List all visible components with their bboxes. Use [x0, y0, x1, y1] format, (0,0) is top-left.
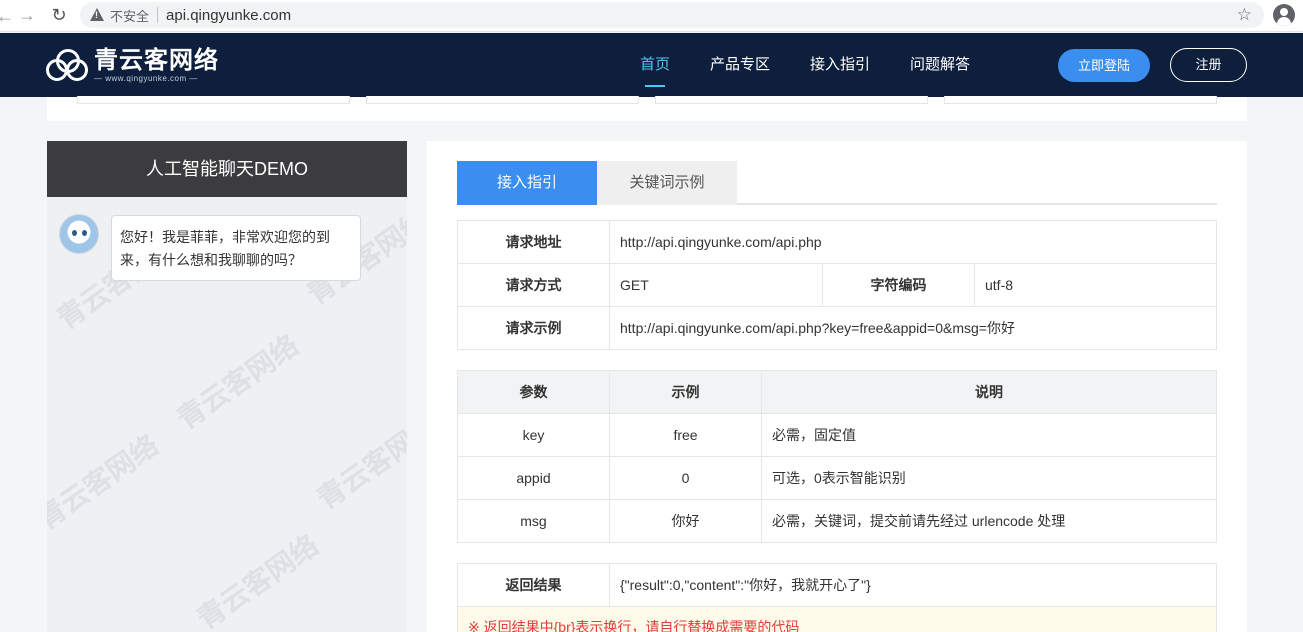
charset-value: utf-8 [974, 263, 1217, 307]
product-card[interactable] [944, 96, 1217, 104]
request-example-value: http://api.qingyunke.com/api.php?key=fre… [609, 306, 1217, 350]
chat-title: 人工智能聊天DEMO [47, 141, 407, 197]
table-row: key free 必需，固定值 [457, 413, 1217, 457]
param-desc: 必需，固定值 [761, 413, 1217, 457]
profile-avatar-icon[interactable] [1273, 4, 1295, 26]
charset-label: 字符编码 [822, 263, 975, 307]
param-name: appid [457, 456, 610, 500]
request-method-value: GET [609, 263, 823, 307]
login-button[interactable]: 立即登陆 [1058, 49, 1150, 82]
chat-panel: 人工智能聊天DEMO 青云客网络 青云客网络 青云客网络 青云客网络 青云客网络… [47, 141, 407, 632]
logo-name: 青云客网络 [94, 46, 219, 74]
param-desc: 可选，0表示智能识别 [761, 456, 1217, 500]
bookmark-star-icon[interactable]: ☆ [1237, 5, 1252, 25]
nav-faq[interactable]: 问题解答 [910, 33, 970, 97]
param-example: 0 [609, 456, 762, 500]
col-header-desc: 说明 [761, 370, 1217, 414]
table-row: 返回结果 {"result":0,"content":"你好，我就开心了"} [457, 563, 1217, 607]
product-card[interactable] [366, 96, 639, 104]
params-table: 参数 示例 说明 key free 必需，固定值 appid 0 可选，0表示智… [457, 370, 1217, 543]
address-url[interactable]: api.qingyunke.com [166, 7, 291, 24]
product-card[interactable] [77, 96, 350, 104]
forward-arrow-icon[interactable]: → [16, 4, 38, 26]
browser-toolbar: ← → ↻ 不安全 api.qingyunke.com ☆ [0, 0, 1303, 32]
table-row: 请求地址 http://api.qingyunke.com/api.php [457, 220, 1217, 264]
main-nav: 首页 产品专区 接入指引 问题解答 [640, 33, 1010, 97]
tab-keyword-examples[interactable]: 关键词示例 [597, 161, 737, 205]
logo-domain: — www.qingyunke.com — [94, 73, 198, 83]
site-logo[interactable]: 青云客网络 — www.qingyunke.com — [46, 45, 219, 85]
param-desc: 必需，关键词，提交前请先经过 urlencode 处理 [761, 499, 1217, 543]
request-url-label: 请求地址 [457, 220, 610, 264]
result-table: 返回结果 {"result":0,"content":"你好，我就开心了"} ※… [457, 563, 1217, 632]
watermark: 青云客网络 [191, 529, 325, 632]
col-header-example: 示例 [609, 370, 762, 414]
address-separator [157, 7, 159, 23]
result-label: 返回结果 [457, 563, 610, 607]
nav-products[interactable]: 产品专区 [710, 33, 770, 97]
product-card[interactable] [655, 96, 928, 104]
tab-guide[interactable]: 接入指引 [457, 161, 597, 205]
result-notice: ※ 返回结果中{br}表示换行，请自行替换成需要的代码 [457, 606, 1217, 632]
param-name: key [457, 413, 610, 457]
warning-icon [90, 8, 104, 22]
request-table: 请求地址 http://api.qingyunke.com/api.php 请求… [457, 220, 1217, 350]
cloud-logo-icon [46, 45, 90, 85]
reload-icon[interactable]: ↻ [48, 4, 70, 26]
request-method-label: 请求方式 [457, 263, 610, 307]
nav-guide[interactable]: 接入指引 [810, 33, 870, 97]
table-row: 请求示例 http://api.qingyunke.com/api.php?ke… [457, 306, 1217, 350]
security-label: 不安全 [110, 8, 150, 24]
param-name: msg [457, 499, 610, 543]
site-header: 青云客网络 — www.qingyunke.com — 首页 产品专区 接入指引… [0, 33, 1303, 97]
product-card-strip [47, 96, 1247, 121]
nav-home[interactable]: 首页 [640, 33, 670, 97]
col-header-param: 参数 [457, 370, 610, 414]
request-url-value: http://api.qingyunke.com/api.php [609, 220, 1217, 264]
tab-bar: 接入指引 关键词示例 [457, 161, 1217, 205]
param-example: free [609, 413, 762, 457]
table-row: msg 你好 必需，关键词，提交前请先经过 urlencode 处理 [457, 499, 1217, 543]
register-button[interactable]: 注册 [1170, 48, 1247, 82]
table-row: ※ 返回结果中{br}表示换行，请自行替换成需要的代码 [457, 606, 1217, 632]
watermark: 青云客网络 [47, 429, 165, 536]
back-arrow-icon[interactable]: ← [0, 5, 16, 27]
address-bar[interactable]: 不安全 api.qingyunke.com ☆ [80, 2, 1264, 28]
param-example: 你好 [609, 499, 762, 543]
chat-message-bubble: 您好！我是菲菲，非常欢迎您的到来，有什么想和我聊聊的吗？ [111, 215, 361, 281]
table-row: appid 0 可选，0表示智能识别 [457, 456, 1217, 500]
result-value: {"result":0,"content":"你好，我就开心了"} [609, 563, 1217, 607]
table-header-row: 参数 示例 说明 [457, 370, 1217, 414]
table-row: 请求方式 GET 字符编码 utf-8 [457, 263, 1217, 307]
watermark: 青云客网络 [171, 329, 305, 436]
watermark: 青云客网络 [311, 409, 407, 516]
request-example-label: 请求示例 [457, 306, 610, 350]
bot-avatar [59, 214, 99, 254]
main-panel: 接入指引 关键词示例 请求地址 http://api.qingyunke.com… [427, 141, 1247, 632]
